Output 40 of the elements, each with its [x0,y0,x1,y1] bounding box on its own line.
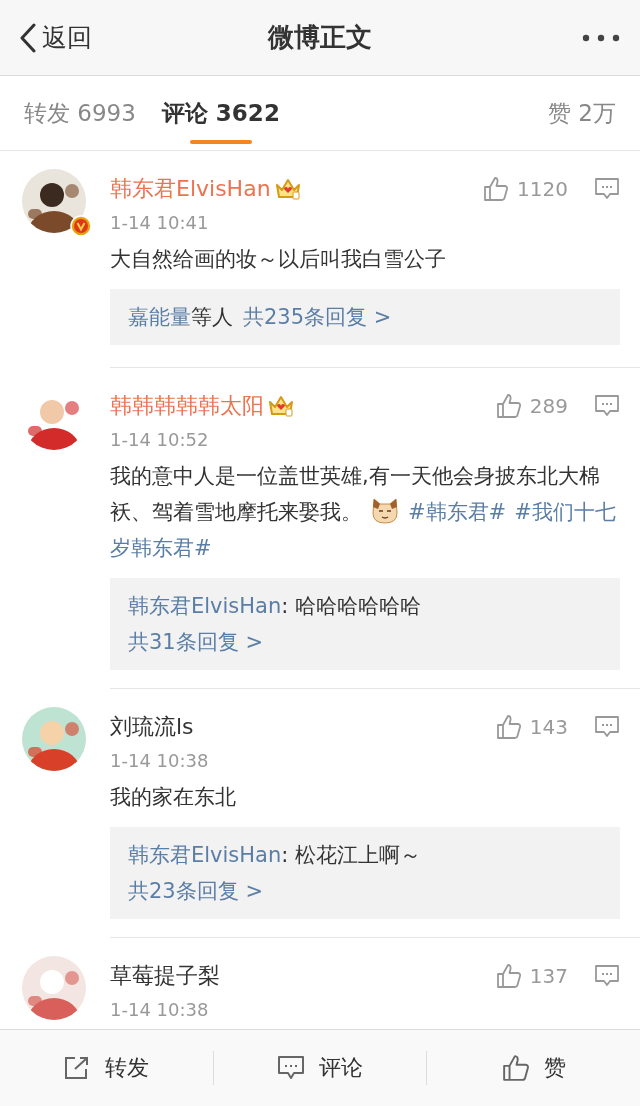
reply-count-link[interactable]: 共23条回复 > [128,873,263,909]
back-button[interactable]: 返回 [20,21,92,54]
comment-text: 我的家在东北 [110,784,237,811]
reply-text: 韩东君ElvisHan: 松花江上啊～ [128,842,422,869]
comment-time: 1-14 10:52 [110,428,209,452]
thumbs-up-icon [495,393,522,419]
thumbs-up-icon [501,1054,530,1082]
comment-icon [277,1055,305,1081]
reply-preview[interactable]: 韩东君ElvisHan: 哈哈哈哈哈哈 共31条回复 > [110,578,620,670]
user-name[interactable]: 刘琉流ls [110,712,194,742]
comment-icon[interactable] [594,177,620,201]
comment-time: 1-14 10:38 [110,749,209,773]
crown-icon [268,394,294,418]
comment-icon[interactable] [594,964,620,988]
toolbar-button[interactable]: 转发 [0,1030,213,1106]
tab[interactable]: 转发 6993 [24,76,136,150]
thumbs-up-icon [483,176,510,202]
comment-text: 我的意中人是一位盖世英雄,有一天他会身披东北大棉袄、驾着雪地摩托来娶我。 #韩东君# #我们十七岁韩东君# [110,463,617,562]
comment-icon[interactable] [594,715,620,739]
page-title: 微博正文 [268,21,372,54]
reply-text: 韩东君ElvisHan: 哈哈哈哈哈哈 [128,593,422,620]
reply-count-link[interactable]: 共31条回复 > [128,624,263,660]
cat-emoji-icon [370,495,400,525]
reply-preview[interactable]: 韩东君ElvisHan: 松花江上啊～ 共23条回复 > [110,827,620,919]
reply-summary: 嘉能量等人 共235条回复 > [128,304,392,331]
toolbar-button[interactable]: 评论 [213,1030,427,1106]
comment-time: 1-14 10:38 [110,998,209,1022]
toolbar-button[interactable]: 赞 [427,1030,640,1106]
back-chevron-icon [20,22,36,53]
reply-preview[interactable]: 嘉能量等人 共235条回复 > [110,289,620,345]
tab[interactable]: 评论 3622 [161,76,280,150]
comment-text: 大自然给画的妆～以后叫我白雪公子 [110,246,447,273]
comment-time: 1-14 10:41 [110,211,209,235]
thumbs-up-icon [495,714,522,740]
user-name[interactable]: 草莓提子梨 [110,961,220,991]
more-icon[interactable] [582,33,620,42]
comment-icon[interactable] [594,394,620,418]
tab[interactable]: 赞 2万 [548,76,616,150]
crown-icon [274,177,301,201]
thumbs-up-icon [495,963,522,989]
